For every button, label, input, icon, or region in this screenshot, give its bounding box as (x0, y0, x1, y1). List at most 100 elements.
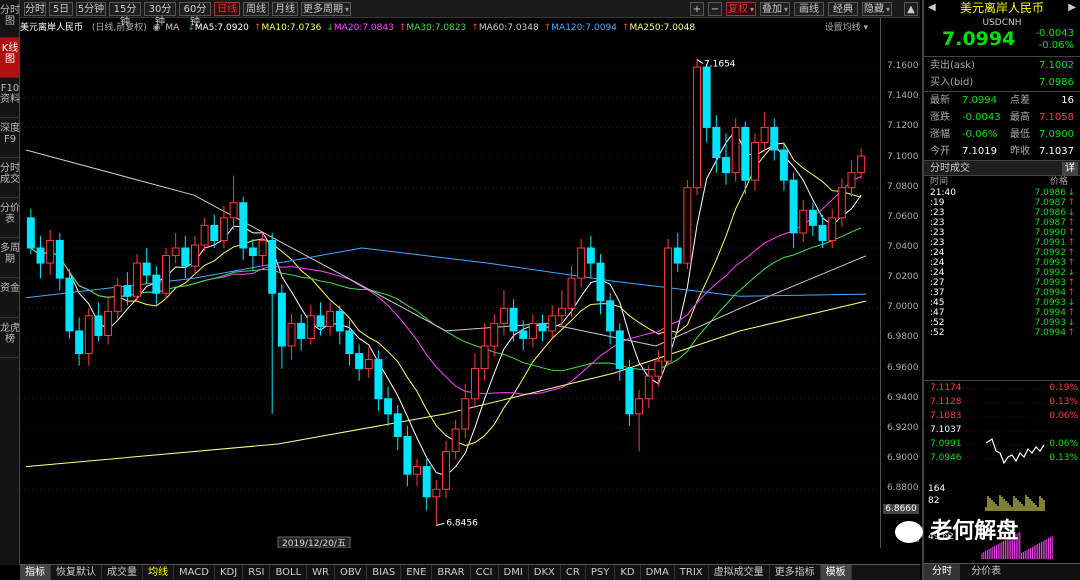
toolbar-btn-1[interactable]: − (708, 2, 722, 16)
candle[interactable] (644, 365, 653, 408)
prev-arrow-icon[interactable]: ◀ (928, 2, 936, 13)
candle[interactable] (779, 142, 788, 191)
candle[interactable] (799, 199, 808, 242)
period-tab-4[interactable]: 30分钟 (144, 2, 176, 28)
indicator-9[interactable]: OBV (335, 565, 368, 580)
candle[interactable] (84, 308, 93, 366)
candle[interactable] (451, 419, 460, 460)
period-tab-6[interactable]: 日线 (214, 2, 240, 16)
candle[interactable] (287, 314, 296, 360)
indicator-23[interactable]: 模板 (820, 565, 852, 580)
candle[interactable] (567, 266, 576, 318)
candle[interactable] (113, 278, 122, 321)
candle[interactable] (374, 350, 383, 411)
toolbar-btn-4[interactable]: 画线 (794, 2, 824, 16)
indicator-20[interactable]: TRIX (675, 565, 709, 580)
candle[interactable] (625, 359, 634, 426)
candle[interactable] (200, 217, 209, 252)
indicator-16[interactable]: CR (561, 565, 586, 580)
candle[interactable] (664, 238, 673, 366)
indicator-1[interactable]: 恢复默认 (51, 565, 102, 580)
candle[interactable] (316, 302, 325, 336)
left-tab-6[interactable]: 多周期 (0, 238, 20, 278)
candle[interactable] (268, 232, 277, 414)
toolbar-btn-6[interactable]: 隐藏 (862, 2, 892, 16)
candle[interactable] (683, 180, 692, 270)
candle[interactable] (335, 305, 344, 345)
candle[interactable] (326, 302, 335, 336)
period-tab-3[interactable]: 15分钟 (109, 2, 141, 28)
period-tab-1[interactable]: 5日 (49, 2, 73, 16)
indicator-4[interactable]: MACD (174, 565, 215, 580)
indicator-18[interactable]: KD (615, 565, 641, 580)
trade-list[interactable]: 21:40 7.0986 ↓:19 7.0987 ↑:23 7.0986 ↓:23 7.098… (924, 188, 1080, 338)
candle[interactable] (673, 232, 682, 273)
candle[interactable] (364, 347, 373, 378)
candle[interactable] (789, 172, 798, 248)
indicator-14[interactable]: DMI (499, 565, 529, 580)
next-arrow-icon[interactable]: ▶ (1068, 2, 1076, 13)
candle[interactable] (577, 238, 586, 288)
left-tab-0[interactable]: 分时图 (0, 0, 20, 38)
trades-detail-button[interactable]: 详 (1062, 162, 1078, 175)
candle[interactable] (586, 235, 595, 279)
candle[interactable] (413, 459, 422, 487)
candle[interactable] (470, 353, 479, 408)
candle[interactable] (258, 232, 267, 267)
candle[interactable] (548, 305, 557, 339)
candle[interactable] (36, 235, 45, 279)
toolbar-btn-3[interactable]: 叠加 (760, 2, 790, 16)
toolbar-btn-0[interactable]: + (690, 2, 704, 16)
candle[interactable] (538, 314, 547, 342)
candle[interactable] (490, 314, 499, 357)
candle[interactable] (422, 459, 431, 511)
scroll-up-icon[interactable]: ▲ (904, 2, 918, 16)
left-tab-7[interactable]: 资金 (0, 278, 20, 318)
candle[interactable] (393, 404, 402, 451)
indicator-11[interactable]: ENE (401, 565, 433, 580)
candle[interactable] (403, 425, 412, 487)
candle[interactable] (239, 196, 248, 261)
candle[interactable] (635, 389, 644, 452)
indicator-5[interactable]: KDJ (215, 565, 244, 580)
candle[interactable] (46, 229, 55, 276)
left-tab-1[interactable]: K线图 (0, 38, 20, 78)
period-tab-9[interactable]: 更多周期 (301, 2, 351, 16)
candle[interactable] (837, 178, 846, 227)
period-tab-7[interactable]: 周线 (243, 2, 269, 16)
indicator-22[interactable]: 更多指标 (770, 565, 821, 580)
candle[interactable] (384, 386, 393, 426)
period-tab-2[interactable]: 5分钟 (76, 2, 106, 16)
candle[interactable] (442, 440, 450, 499)
indicator-3[interactable]: 均线 (143, 565, 174, 580)
left-tab-2[interactable]: F10资料 (0, 78, 20, 118)
indicator-7[interactable]: BOLL (270, 565, 308, 580)
candle[interactable] (509, 299, 518, 342)
candle[interactable] (731, 118, 740, 182)
candle[interactable] (693, 59, 702, 196)
eye-icon[interactable]: ◉ (153, 23, 161, 33)
candle[interactable] (248, 238, 257, 271)
candlestick-chart[interactable]: 7.1654 6.8456 2019/12/20/五 (20, 38, 880, 548)
indicator-13[interactable]: CCI (471, 565, 499, 580)
left-tab-3[interactable]: 深度F9 (0, 118, 20, 158)
candle[interactable] (171, 232, 180, 264)
candle[interactable] (760, 112, 769, 152)
candle[interactable] (702, 64, 711, 143)
indicator-21[interactable]: 虚拟成交量 (709, 565, 770, 580)
indicator-2[interactable]: 成交量 (102, 565, 143, 580)
candle[interactable] (133, 254, 142, 303)
candle[interactable] (142, 248, 151, 285)
candle[interactable] (229, 175, 238, 230)
indicator-10[interactable]: BIAS (367, 565, 402, 580)
candle[interactable] (65, 269, 74, 339)
indicator-12[interactable]: BRAR (432, 565, 471, 580)
candle[interactable] (770, 118, 779, 161)
left-tab-4[interactable]: 分时成交 (0, 158, 20, 198)
indicator-17[interactable]: PSY (586, 565, 616, 580)
indicator-6[interactable]: RSI (243, 565, 271, 580)
candle[interactable] (432, 480, 441, 526)
candle[interactable] (857, 148, 866, 179)
candle[interactable] (152, 266, 161, 306)
candle[interactable] (847, 160, 856, 197)
